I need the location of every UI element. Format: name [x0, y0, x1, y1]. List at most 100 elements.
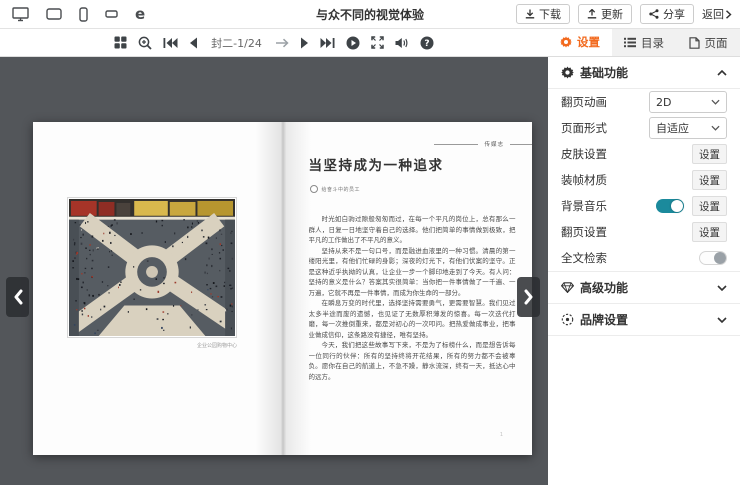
setting-label: 全文检索 — [561, 250, 699, 266]
bg-music-settings-button[interactable]: 设置 — [692, 196, 727, 216]
next-page-icon[interactable] — [300, 37, 309, 49]
mini-icon[interactable] — [105, 10, 118, 18]
diamond-icon — [561, 282, 574, 293]
prev-page-icon[interactable] — [189, 37, 198, 49]
column-label: 传媒志 — [484, 140, 504, 148]
article-paragraph: 在瞬息万变的时代里，选择坚持需要勇气，更需要智慧。我们见过太多半途而废的遗憾，也… — [309, 298, 516, 340]
chevron-down-icon — [711, 99, 720, 105]
article-paragraph: 时光如白驹过隙般匆匆而过，在每一个平凡的岗位上，总有那么一群人，日复一日地坚守着… — [309, 214, 516, 246]
setting-row-fulltext-search: 全文检索 — [548, 245, 740, 271]
chevron-left-icon — [13, 289, 23, 305]
chevron-right-icon — [725, 10, 732, 19]
section-label: 高级功能 — [580, 279, 711, 296]
byline-text: 给奋斗中的员工 — [322, 186, 361, 193]
tab-pages-label: 页面 — [705, 35, 728, 51]
download-icon — [525, 9, 535, 19]
chevron-right-icon — [524, 289, 534, 305]
content-area: 企业公园购物中心 传媒志 当坚持成为一种追求 给奋斗中的员工 时光 — [0, 57, 740, 485]
topbar: e 与众不同的视觉体验 下载 更新 分享 返回 — [0, 0, 740, 29]
setting-row-flip-animation: 翻页动画 2D — [548, 89, 740, 115]
article-paragraph: 今天，我们把这些故事写下来，不是为了标榜什么，而是想告诉每一位同行的伙伴：所有的… — [309, 340, 516, 382]
goto-page-icon[interactable] — [275, 38, 289, 48]
plaza-photo — [67, 197, 237, 338]
gear-icon — [561, 66, 574, 79]
share-label: 分享 — [663, 6, 685, 22]
setting-label: 翻页设置 — [561, 224, 692, 240]
page-number: 1 — [500, 432, 503, 438]
right-page[interactable]: 传媒志 当坚持成为一种追求 给奋斗中的员工 时光如白驹过隙般匆匆而过，在每一个平… — [283, 122, 533, 455]
back-button[interactable]: 返回 — [702, 6, 732, 22]
sound-icon[interactable] — [395, 37, 409, 49]
section-label: 基础功能 — [580, 64, 711, 81]
tab-pages[interactable]: 页面 — [676, 29, 740, 56]
desktop-icon[interactable] — [12, 7, 29, 22]
settings-sidebar: 基础功能 翻页动画 2D 页面形式 自适应 — [548, 57, 740, 485]
tab-settings-label: 设置 — [577, 34, 600, 50]
page-indicator[interactable]: 封二-1/24 — [211, 35, 262, 51]
section-brand-settings[interactable]: 品牌设置 — [548, 304, 740, 335]
svg-text:?: ? — [424, 39, 429, 49]
prev-arrow-button[interactable] — [6, 277, 29, 317]
select-value: 自适应 — [656, 120, 711, 136]
list-icon — [624, 37, 636, 48]
fullscreen-icon[interactable] — [371, 36, 384, 49]
topbar-actions: 下载 更新 分享 返回 — [516, 4, 740, 24]
back-label: 返回 — [702, 6, 724, 22]
chevron-up-icon — [717, 70, 727, 76]
photo-caption: 企业公园购物中心 — [67, 342, 237, 349]
share-icon — [649, 9, 659, 19]
setting-label: 装帧材质 — [561, 172, 692, 188]
share-button[interactable]: 分享 — [640, 4, 694, 24]
tab-settings[interactable]: 设置 — [548, 29, 612, 56]
brand-icon — [561, 313, 574, 326]
phone-icon[interactable] — [79, 7, 88, 22]
autoplay-icon[interactable] — [346, 36, 360, 50]
binding-material-button[interactable]: 设置 — [692, 170, 727, 190]
download-label: 下载 — [539, 6, 561, 22]
open-book[interactable]: 企业公园购物中心 传媒志 当坚持成为一种追求 给奋斗中的员工 时光 — [33, 122, 532, 455]
select-value: 2D — [656, 96, 711, 109]
gear-icon — [560, 36, 572, 48]
zoom-in-icon[interactable] — [138, 36, 152, 50]
setting-label: 翻页动画 — [561, 94, 649, 110]
article-title: 当坚持成为一种追求 — [309, 154, 444, 174]
help-icon[interactable]: ? — [420, 36, 434, 50]
flip-settings-button[interactable]: 设置 — [692, 222, 727, 242]
thumbnails-icon[interactable] — [114, 36, 127, 49]
section-basic-functions[interactable]: 基础功能 — [548, 57, 740, 88]
setting-row-flip-settings: 翻页设置 设置 — [548, 219, 740, 245]
chevron-down-icon — [717, 285, 727, 291]
download-button[interactable]: 下载 — [516, 4, 570, 24]
setting-label: 页面形式 — [561, 120, 649, 136]
upload-icon — [587, 9, 597, 19]
tablet-icon[interactable] — [46, 8, 62, 20]
secondary-bar: 封二-1/24 ? — [0, 29, 740, 57]
update-button[interactable]: 更新 — [578, 4, 632, 24]
byline-avatar-icon — [310, 185, 318, 193]
byline: 给奋斗中的员工 — [310, 185, 361, 193]
skin-settings-button[interactable]: 设置 — [692, 144, 727, 164]
page-mode-select[interactable]: 自适应 — [649, 117, 727, 139]
sidebar-tabbar: 设置 目录 页面 — [548, 29, 740, 57]
bg-music-toggle[interactable] — [656, 199, 684, 213]
left-page[interactable]: 企业公园购物中心 — [33, 122, 283, 455]
viewer-toolbar: 封二-1/24 ? — [0, 29, 548, 57]
setting-row-binding-material: 装帧材质 设置 — [548, 167, 740, 193]
section-advanced-functions[interactable]: 高级功能 — [548, 272, 740, 303]
next-arrow-button[interactable] — [517, 277, 540, 317]
first-page-icon[interactable] — [163, 37, 178, 49]
fulltext-search-toggle[interactable] — [699, 251, 727, 265]
toggle-knob — [671, 200, 683, 212]
page-icon — [689, 37, 700, 49]
update-label: 更新 — [601, 6, 623, 22]
chevron-down-icon — [711, 125, 720, 131]
tab-toc[interactable]: 目录 — [612, 29, 676, 56]
last-page-icon[interactable] — [320, 37, 335, 49]
setting-label: 背景音乐 — [561, 198, 656, 214]
e-reader-icon[interactable]: e — [135, 7, 145, 22]
flip-animation-select[interactable]: 2D — [649, 91, 727, 113]
rule-left — [434, 144, 478, 145]
book-stage: 企业公园购物中心 传媒志 当坚持成为一种追求 给奋斗中的员工 时光 — [0, 57, 548, 485]
toggle-knob — [714, 252, 726, 264]
tab-toc-label: 目录 — [641, 35, 664, 51]
